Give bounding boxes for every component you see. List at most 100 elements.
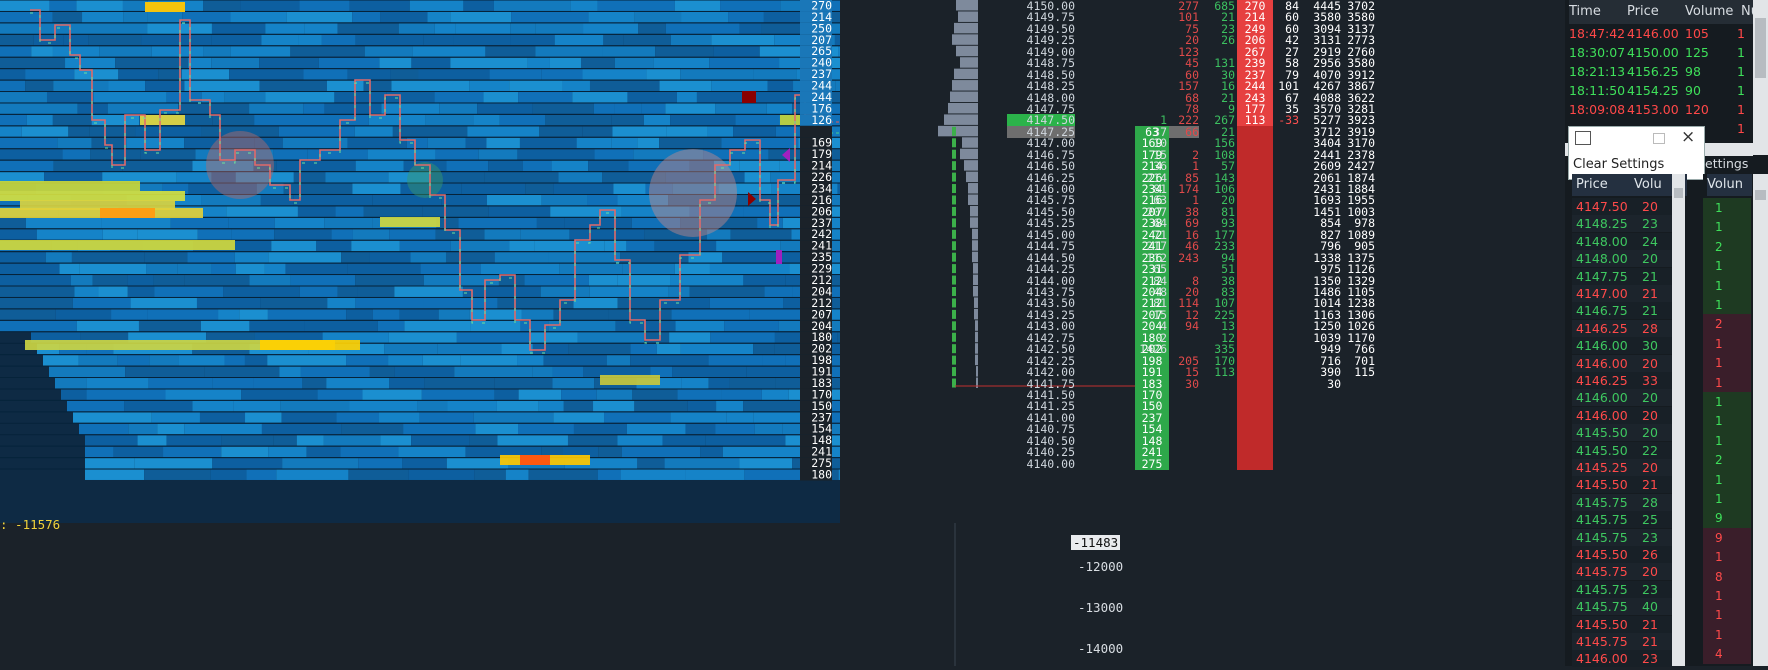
- ladder-row[interactable]: 4141.75 183 30 30: [1027, 377, 1565, 390]
- pt-row[interactable]: 4145.75 28: [1572, 493, 1672, 511]
- bid-cell[interactable]: [1135, 11, 1169, 24]
- ask-cell-empty[interactable]: [1237, 320, 1273, 333]
- bid-cell[interactable]: [1135, 45, 1169, 58]
- ask-cell-empty[interactable]: [1237, 125, 1273, 138]
- bid-cell[interactable]: [1135, 57, 1169, 70]
- ask-cell-empty[interactable]: [1237, 400, 1273, 413]
- vs-row[interactable]: 2: [1703, 314, 1751, 335]
- close-icon[interactable]: ×: [1681, 127, 1695, 147]
- ask-cell-empty[interactable]: [1237, 171, 1273, 184]
- ask-cell-empty[interactable]: [1237, 411, 1273, 424]
- ask-cell-empty[interactable]: [1237, 251, 1273, 264]
- order-flow-mini-window[interactable]: × Clear Settings: [1568, 126, 1705, 180]
- ask-cell-empty[interactable]: [1237, 137, 1273, 150]
- ts-row[interactable]: 18:11:50 4154.25 90 1: [1569, 81, 1753, 101]
- ask-cell-empty[interactable]: [1237, 148, 1273, 161]
- ask-cell-empty[interactable]: [1237, 446, 1273, 459]
- ladder-row[interactable]: 4142.50 1426 202 335 949 766: [1027, 343, 1565, 356]
- vs-row[interactable]: 1: [1703, 430, 1751, 451]
- ts-header-volume[interactable]: Volume: [1685, 0, 1741, 24]
- vs-row[interactable]: 1: [1703, 392, 1751, 412]
- ask-cell-empty[interactable]: [1237, 160, 1273, 173]
- ask-cell-empty[interactable]: [1237, 354, 1273, 367]
- pt-row[interactable]: 4145.50 20: [1572, 424, 1672, 442]
- pt-row[interactable]: 4145.75 23: [1572, 580, 1672, 598]
- vs-header[interactable]: Volun: [1707, 174, 1752, 196]
- vs-row[interactable]: 1: [1703, 605, 1751, 626]
- vs-row[interactable]: 1: [1703, 295, 1751, 315]
- pt-row[interactable]: 4146.25 33: [1572, 372, 1672, 389]
- ask-cell-empty[interactable]: [1237, 194, 1273, 207]
- vs-row[interactable]: 1: [1703, 489, 1751, 509]
- vs-row[interactable]: 8: [1703, 566, 1751, 587]
- ask-cell-empty[interactable]: [1237, 331, 1273, 344]
- vs-row[interactable]: 1: [1703, 333, 1751, 354]
- pt-row[interactable]: 4145.75 21: [1572, 633, 1672, 650]
- pt-row[interactable]: 4148.00 24: [1572, 232, 1672, 250]
- vs-row[interactable]: 2: [1703, 450, 1751, 471]
- ask-cell-empty[interactable]: [1237, 308, 1273, 321]
- ts-header-number[interactable]: Nu: [1741, 0, 1753, 24]
- ts-header-time[interactable]: Time: [1569, 0, 1627, 24]
- settings-button[interactable]: Settings: [1611, 157, 1664, 172]
- ask-cell-empty[interactable]: [1237, 183, 1273, 196]
- settings-partial-label[interactable]: ettings: [1705, 156, 1748, 171]
- ladder-row[interactable]: 4142.75 2 180 12 1039 1170: [1027, 331, 1565, 344]
- ask-cell-empty[interactable]: [1237, 457, 1273, 470]
- pt-row[interactable]: 4145.75 25: [1572, 511, 1672, 529]
- maximize-icon[interactable]: [1653, 133, 1665, 144]
- pt-header-volume[interactable]: Volu: [1634, 174, 1662, 196]
- pt-row[interactable]: 4146.25 28: [1572, 319, 1672, 337]
- ask-cell-empty[interactable]: [1237, 366, 1273, 379]
- clear-button[interactable]: Clear: [1573, 157, 1607, 172]
- ts-scrollbar[interactable]: [1753, 0, 1768, 155]
- vs-row[interactable]: 1: [1703, 217, 1751, 238]
- vs-row[interactable]: 4: [1703, 644, 1751, 665]
- ask-cell-empty[interactable]: [1237, 240, 1273, 253]
- vs-row[interactable]: 1: [1703, 353, 1751, 374]
- ask-cell-empty[interactable]: [1237, 388, 1273, 401]
- ts-header-price[interactable]: Price: [1627, 0, 1685, 24]
- pt-header-price[interactable]: Price: [1576, 174, 1608, 196]
- ask-cell-empty[interactable]: [1237, 423, 1273, 436]
- ladder-row[interactable]: 4141.00 237: [1027, 411, 1565, 424]
- ask-cell-empty[interactable]: [1237, 228, 1273, 241]
- pt-row[interactable]: 4145.75 23: [1572, 528, 1672, 546]
- pt-row[interactable]: 4147.50 20: [1572, 198, 1672, 215]
- bid-cell[interactable]: [1135, 68, 1169, 81]
- pt-row[interactable]: 4146.00 30: [1572, 337, 1672, 355]
- vs-row[interactable]: 1: [1703, 372, 1751, 393]
- vs-row[interactable]: 1: [1703, 275, 1751, 296]
- vs-row[interactable]: 1: [1703, 469, 1751, 490]
- vs-row[interactable]: 1: [1703, 624, 1751, 645]
- price-ladder[interactable]: 4150.00 277 685 270 84 4445 3702 4149.75 101 21 21…: [1007, 0, 1565, 523]
- ladder-row[interactable]: 4142.25 198 205 170 716 701: [1027, 354, 1565, 367]
- vs-row[interactable]: 9: [1703, 508, 1751, 529]
- vs-row[interactable]: 2: [1703, 236, 1751, 257]
- ask-cell-empty[interactable]: [1237, 286, 1273, 298]
- bid-cell[interactable]: [1135, 80, 1169, 93]
- ladder-row[interactable]: 4145.00 71 242 16 177 827 1089: [1027, 228, 1565, 241]
- ts-scroll-thumb[interactable]: [1755, 18, 1766, 78]
- volume-strip[interactable]: Volun 1 1 2 1 1 1 2 1 1 1 1 1 1 2 1 1 9 9 1 8 1 1 1 4: [1703, 174, 1768, 666]
- bid-cell[interactable]: [1135, 91, 1169, 104]
- ladder-row[interactable]: 4141.50 170: [1027, 388, 1565, 401]
- pt-row[interactable]: 4145.75 20: [1572, 563, 1672, 581]
- ask-cell-empty[interactable]: [1237, 434, 1273, 447]
- pt-row[interactable]: 4145.75 40: [1572, 598, 1672, 616]
- vs-row[interactable]: 1: [1703, 547, 1751, 568]
- ladder-row[interactable]: 4140.75 154: [1027, 423, 1565, 436]
- pt-row[interactable]: 4145.50 22: [1572, 441, 1672, 459]
- ladder-row[interactable]: 4142.00 191 15 113 390 115: [1027, 366, 1565, 379]
- ask-cell-empty[interactable]: [1237, 297, 1273, 310]
- vs-row[interactable]: 1: [1703, 411, 1751, 432]
- pt-row[interactable]: 4146.00 20: [1572, 389, 1672, 407]
- ask-cell-empty[interactable]: [1237, 377, 1273, 390]
- vs-row[interactable]: 1: [1703, 586, 1751, 606]
- ts-row[interactable]: 18:21:13 4156.25 98 1: [1569, 62, 1753, 82]
- vs-scrollbar[interactable]: [1753, 174, 1768, 666]
- pt-scrollbar[interactable]: [1672, 174, 1685, 666]
- ladder-row[interactable]: 4145.50 207 207 38 81 1451 1003: [1027, 205, 1565, 218]
- ladder-row[interactable]: 4141.25 150: [1027, 400, 1565, 413]
- pt-row[interactable]: 4147.00 21: [1572, 285, 1672, 302]
